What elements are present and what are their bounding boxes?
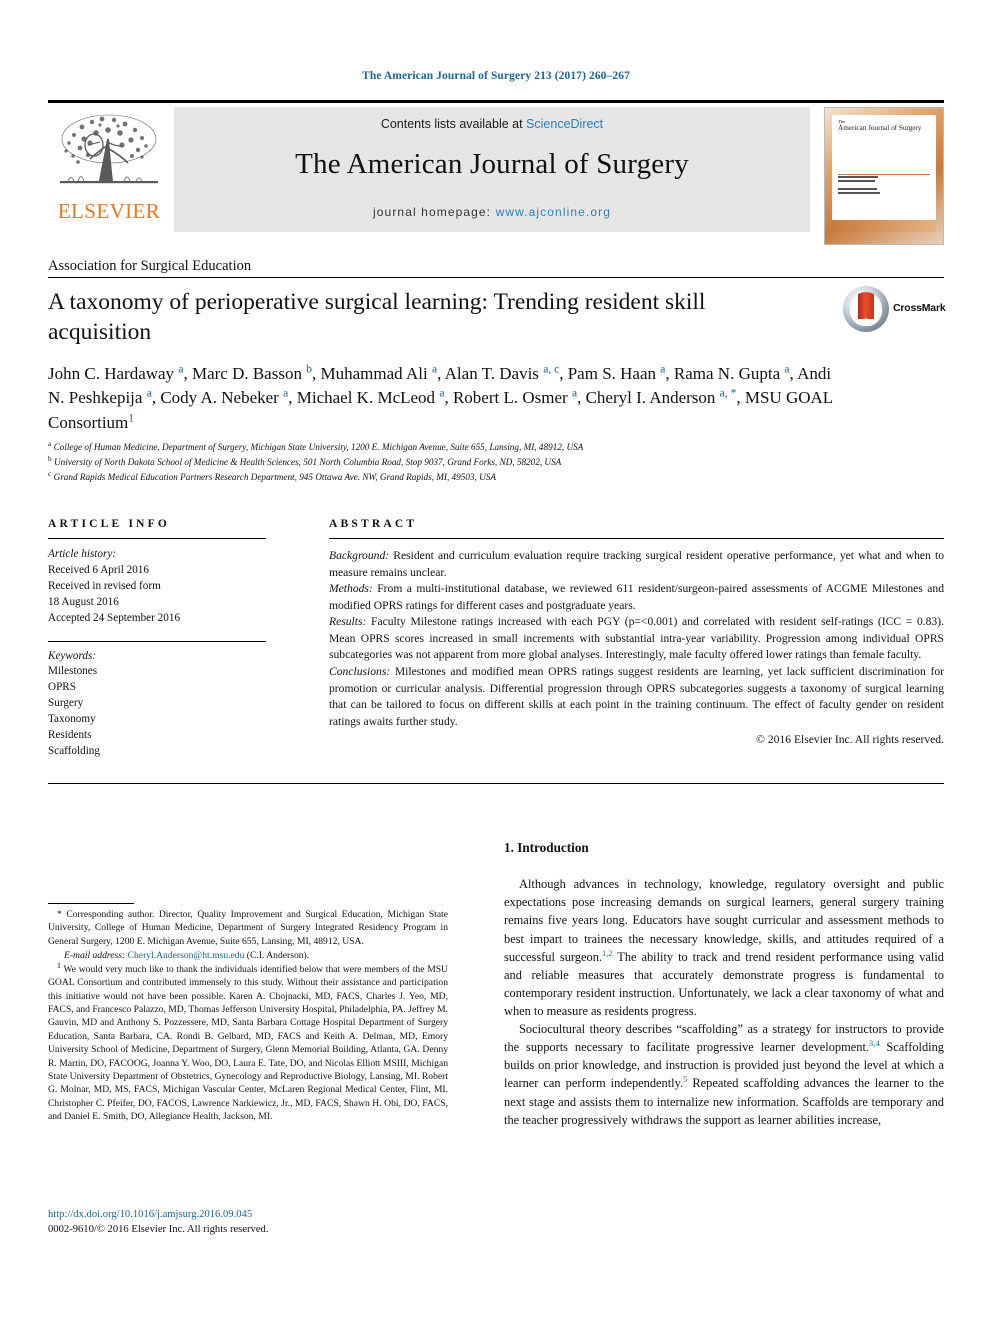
abstract-copyright: © 2016 Elsevier Inc. All rights reserved… (756, 733, 944, 747)
keyword-item: Scaffolding (48, 744, 100, 757)
crossmark-book-icon (858, 292, 874, 326)
article-history-label: Article history: (48, 548, 117, 560)
society-rule (48, 277, 944, 278)
article-history: Article history: Received 6 April 2016 R… (48, 547, 266, 627)
journal-homepage-link[interactable]: www.ajconline.org (496, 205, 611, 219)
doi-link[interactable]: http://dx.doi.org/10.1016/j.amjsurg.2016… (48, 1207, 448, 1222)
article-info-rule (48, 538, 266, 539)
cover-bottom-band (832, 220, 936, 232)
article-history-line-0: Received 6 April 2016 (48, 563, 149, 576)
masthead-top-rule (48, 100, 944, 103)
introduction-paragraph-2: Sociocultural theory describes “scaffold… (504, 1022, 944, 1127)
crossmark-badge[interactable]: CrossMark (843, 286, 946, 336)
abstract-rule (329, 538, 944, 539)
society-label: Association for Surgical Education (48, 258, 252, 274)
keywords-rule (48, 640, 266, 642)
corresponding-author-note: * Corresponding author. Director, Qualit… (48, 909, 448, 947)
article-info-column: ARTICLE INFO Article history: Received 6… (48, 518, 266, 760)
issn-copyright: 0002-9610/© 2016 Elsevier Inc. All right… (48, 1224, 269, 1236)
abstract-text-conclusions: Milestones and modified mean OPRS rating… (329, 665, 944, 728)
abstract-label-background: Background: (329, 549, 390, 562)
abstract-label-results: Results: (329, 615, 367, 629)
running-head: The American Journal of Surgery 213 (201… (362, 70, 630, 82)
keyword-item: OPRS (48, 681, 76, 694)
keyword-item: Surgery (48, 697, 84, 710)
cover-title: The American Journal of Surgery (838, 119, 931, 132)
affiliation-b: b University of North Dakota School of M… (48, 455, 848, 470)
article-history-line-2: 18 August 2016 (48, 595, 119, 608)
journal-homepage-line: journal homepage: www.ajconline.org (174, 205, 810, 219)
affiliation-text-a: College of Human Medicine, Department of… (53, 442, 584, 452)
affiliation-c: c Grand Rapids Medical Education Partner… (48, 470, 848, 485)
footnote-rule (48, 903, 134, 904)
abstract-body: Background: Resident and curriculum eval… (329, 548, 944, 730)
affiliation-a: a College of Human Medicine, Department … (48, 440, 848, 455)
consortium-note-marker: 1 (57, 960, 61, 970)
elsevier-logo: ELSEVIER (48, 107, 170, 232)
elsevier-tree-icon (60, 114, 158, 184)
crossmark-label: CrossMark (893, 302, 946, 314)
affiliation-text-b: University of North Dakota School of Med… (53, 456, 562, 467)
article-history-line-1: Received in revised form (48, 579, 161, 592)
affiliation-list: a College of Human Medicine, Department … (48, 440, 848, 485)
cover-inner: The American Journal of Surgery (832, 115, 936, 232)
consortium-note-text: We would very much like to thank the ind… (48, 963, 448, 1123)
article-history-line-3: Accepted 24 September 2016 (48, 611, 181, 624)
abstract-text-results: Faculty Milestone ratings increased with… (329, 615, 944, 662)
affiliation-marker-a: a (48, 438, 52, 448)
cover-text-lines (838, 176, 930, 216)
affiliation-marker-b: b (48, 453, 52, 463)
journal-cover-thumbnail: The American Journal of Surgery (824, 107, 944, 245)
contents-available-line: Contents lists available at ScienceDirec… (174, 117, 810, 131)
email-link[interactable]: Cheryl.Anderson@ht.msu.edu (128, 950, 245, 961)
keywords-block: Keywords: Milestones OPRS Surgery Taxono… (48, 649, 266, 760)
page-title: A taxonomy of perioperative surgical lea… (48, 289, 706, 346)
crossmark-inner (850, 292, 882, 326)
masthead: ELSEVIER Contents lists available at Sci… (48, 107, 944, 245)
keyword-item: Taxonomy (48, 713, 96, 726)
abstract-label-methods: Methods: (329, 582, 373, 596)
sciencedirect-link[interactable]: ScienceDirect (526, 117, 603, 131)
abstract-label-conclusions: Conclusions: (329, 665, 391, 679)
consortium-note: 1 We would very much like to thank the i… (48, 960, 448, 1124)
abstract-text-methods: From a multi-institutional database, we … (329, 582, 944, 612)
email-suffix: (C.I. Anderson). (246, 950, 310, 962)
paper-page: The American Journal of Surgery 213 (201… (0, 0, 992, 1323)
introduction-section: 1. Introduction Although advances in tec… (504, 838, 944, 1129)
email-note: E-mail address: Cheryl.Anderson@ht.msu.e… (48, 949, 448, 962)
masthead-band: Contents lists available at ScienceDirec… (174, 107, 810, 232)
abstract-column: ABSTRACT Background: Resident and curric… (329, 518, 944, 746)
cover-title-main: American Journal of Surgery (838, 123, 922, 132)
abstract-heading: ABSTRACT (329, 518, 418, 530)
article-info-heading: ARTICLE INFO (48, 518, 171, 530)
keyword-item: Residents (48, 729, 92, 742)
keywords-label: Keywords: (48, 649, 97, 662)
abstract-text-background: Resident and curriculum evaluation requi… (329, 549, 944, 579)
affiliation-marker-c: c (48, 468, 52, 478)
author-list: John C. Hardaway a, Marc D. Basson b, Mu… (48, 362, 833, 432)
crossmark-ring-icon (843, 286, 889, 332)
introduction-heading: 1. Introduction (504, 840, 589, 855)
cover-divider (838, 173, 930, 175)
homepage-prefix: journal homepage: (373, 205, 496, 219)
email-label: E-mail address: (64, 950, 126, 962)
introduction-paragraph-1: Although advances in technology, knowled… (504, 877, 944, 1019)
journal-title: The American Journal of Surgery (295, 148, 689, 180)
keyword-item: Milestones (48, 665, 98, 678)
affiliation-text-c: Grand Rapids Medical Education Partners … (53, 471, 496, 482)
elsevier-wordmark: ELSEVIER (57, 199, 161, 223)
doi-block: http://dx.doi.org/10.1016/j.amjsurg.2016… (48, 1207, 448, 1238)
contents-prefix: Contents lists available at (380, 117, 527, 131)
abstract-bottom-rule (48, 783, 944, 784)
footnotes: * Corresponding author. Director, Qualit… (48, 908, 448, 1124)
